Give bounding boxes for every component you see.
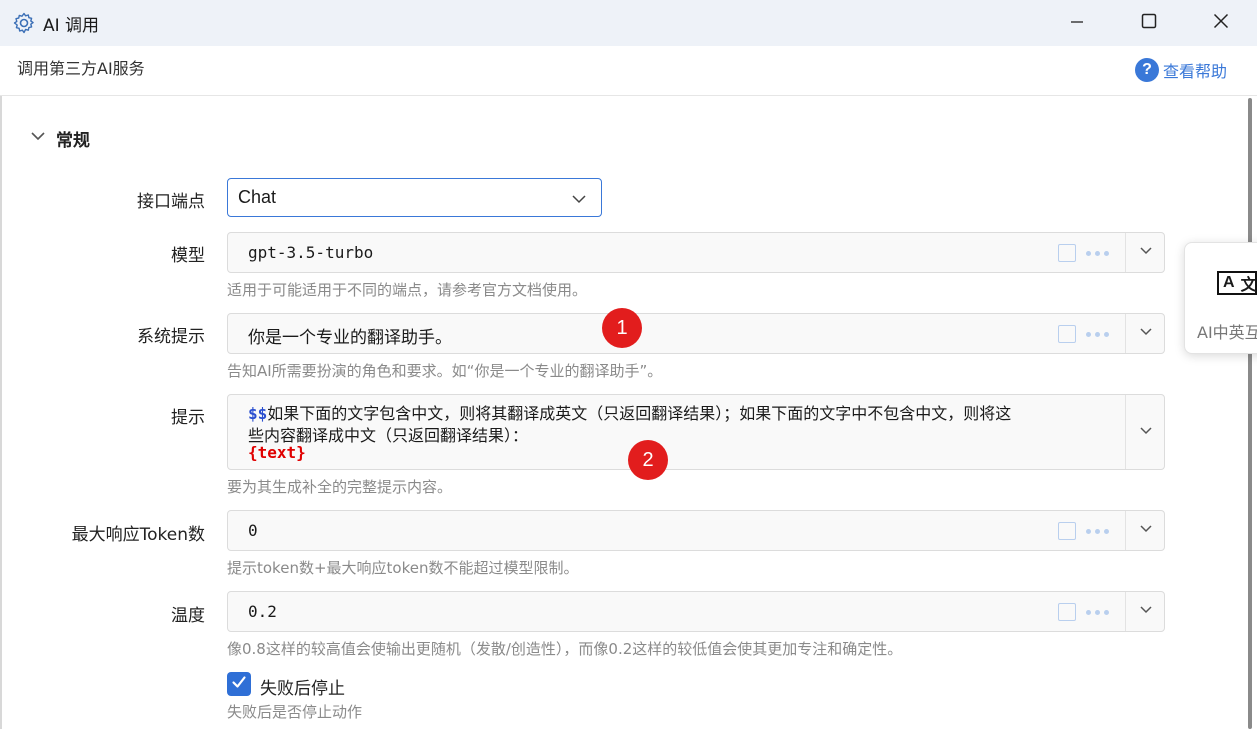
expand-icon[interactable] xyxy=(1058,244,1076,262)
side-card-label: AI中英互 xyxy=(1197,323,1257,342)
translate-icon: A文 xyxy=(1217,271,1257,295)
temperature-field[interactable]: 0.2 xyxy=(227,591,1165,632)
max-tokens-dropdown-button[interactable] xyxy=(1125,511,1165,550)
stop-on-fail-label: 失败后停止 xyxy=(260,679,345,699)
annotation-badge-1: 1 xyxy=(602,308,642,348)
expand-icon[interactable] xyxy=(1058,603,1076,621)
chevron-down-icon xyxy=(571,191,587,211)
system-prompt-hint: 告知AI所需要扮演的角色和要求。如“你是一个专业的翻译助手”。 xyxy=(227,362,663,380)
expand-icon[interactable] xyxy=(1058,325,1076,343)
model-value: gpt-3.5-turbo xyxy=(248,243,374,262)
more-icon[interactable] xyxy=(1086,332,1109,337)
vertical-scrollbar[interactable] xyxy=(1248,98,1252,729)
model-field[interactable]: gpt-3.5-turbo xyxy=(227,232,1165,273)
system-prompt-value: 你是一个专业的翻译助手。 xyxy=(248,328,452,348)
max-tokens-label: 最大响应Token数 xyxy=(71,525,205,545)
dialog-header: 调用第三方AI服务 ? 查看帮助 xyxy=(0,46,1257,96)
prompt-hint: 要为其生成补全的完整提示内容。 xyxy=(227,478,453,496)
max-tokens-hint: 提示token数+最大响应token数不能超过模型限制。 xyxy=(227,559,579,577)
max-tokens-value: 0 xyxy=(248,521,258,540)
endpoint-value: Chat xyxy=(238,187,277,207)
temperature-hint: 像0.8这样的较高值会使输出更随机（发散/创造性），而像0.2这样的较低值会使其… xyxy=(227,640,903,658)
max-tokens-field[interactable]: 0 xyxy=(227,510,1165,551)
stop-on-fail-checkbox[interactable] xyxy=(227,672,251,696)
gear-icon xyxy=(12,11,36,35)
chevron-down-icon xyxy=(1139,243,1153,262)
system-prompt-dropdown-button[interactable] xyxy=(1125,314,1165,353)
prompt-field[interactable]: $$如果下面的文字包含中文，则将其翻译成英文（只返回翻译结果）；如果下面的文字中… xyxy=(227,394,1165,470)
prompt-label: 提示 xyxy=(171,408,205,428)
maximize-icon xyxy=(1141,13,1157,33)
chevron-down-icon xyxy=(1139,423,1153,442)
close-button[interactable] xyxy=(1185,0,1257,46)
model-label: 模型 xyxy=(171,246,205,266)
side-action-card[interactable]: A文 AI中英互 xyxy=(1184,242,1257,354)
dialog-subtitle: 调用第三方AI服务 xyxy=(17,59,145,78)
temperature-value: 0.2 xyxy=(248,602,277,621)
system-prompt-label: 系统提示 xyxy=(137,327,205,347)
model-dropdown-button[interactable] xyxy=(1125,233,1165,272)
more-icon[interactable] xyxy=(1086,251,1109,256)
maximize-button[interactable] xyxy=(1113,0,1185,46)
temperature-dropdown-button[interactable] xyxy=(1125,592,1165,631)
section-title: 常规 xyxy=(56,131,90,151)
system-prompt-field[interactable]: 你是一个专业的翻译助手。 xyxy=(227,313,1165,354)
more-icon[interactable] xyxy=(1086,529,1109,534)
window-title: AI 调用 xyxy=(43,16,100,36)
chevron-down-icon xyxy=(1139,324,1153,343)
chevron-down-icon xyxy=(1139,602,1153,621)
stop-on-fail-hint: 失败后是否停止动作 xyxy=(227,703,363,721)
help-icon: ? xyxy=(1135,58,1159,82)
prompt-dropdown-button[interactable] xyxy=(1125,395,1165,469)
prompt-line-1: $$如果下面的文字包含中文，则将其翻译成英文（只返回翻译结果）；如果下面的文字中… xyxy=(248,404,1012,423)
variable-prefix: $$ xyxy=(248,404,268,423)
help-label: 查看帮助 xyxy=(1163,62,1228,81)
endpoint-select[interactable]: Chat xyxy=(227,178,602,217)
expand-icon[interactable] xyxy=(1058,522,1076,540)
help-link[interactable]: ? 查看帮助 xyxy=(1135,58,1227,82)
annotation-badge-2: 2 xyxy=(628,440,668,480)
prompt-variable: {text} xyxy=(248,443,306,462)
chevron-down-icon xyxy=(1139,521,1153,540)
more-icon[interactable] xyxy=(1086,610,1109,615)
minimize-icon xyxy=(1070,14,1084,33)
checkmark-icon xyxy=(231,674,247,694)
close-icon xyxy=(1213,13,1229,33)
title-bar: AI 调用 xyxy=(0,0,1257,46)
chevron-down-icon xyxy=(30,128,46,149)
minimize-button[interactable] xyxy=(1041,0,1113,46)
model-hint: 适用于可能适用于不同的端点，请参考官方文档使用。 xyxy=(227,281,588,299)
endpoint-label: 接口端点 xyxy=(137,192,205,212)
section-header-general[interactable]: 常规 xyxy=(30,126,90,151)
form-content: 常规 接口端点 Chat 模型 gpt-3.5-turbo 适用于可能适用于不同… xyxy=(0,96,1257,729)
temperature-label: 温度 xyxy=(171,606,205,626)
